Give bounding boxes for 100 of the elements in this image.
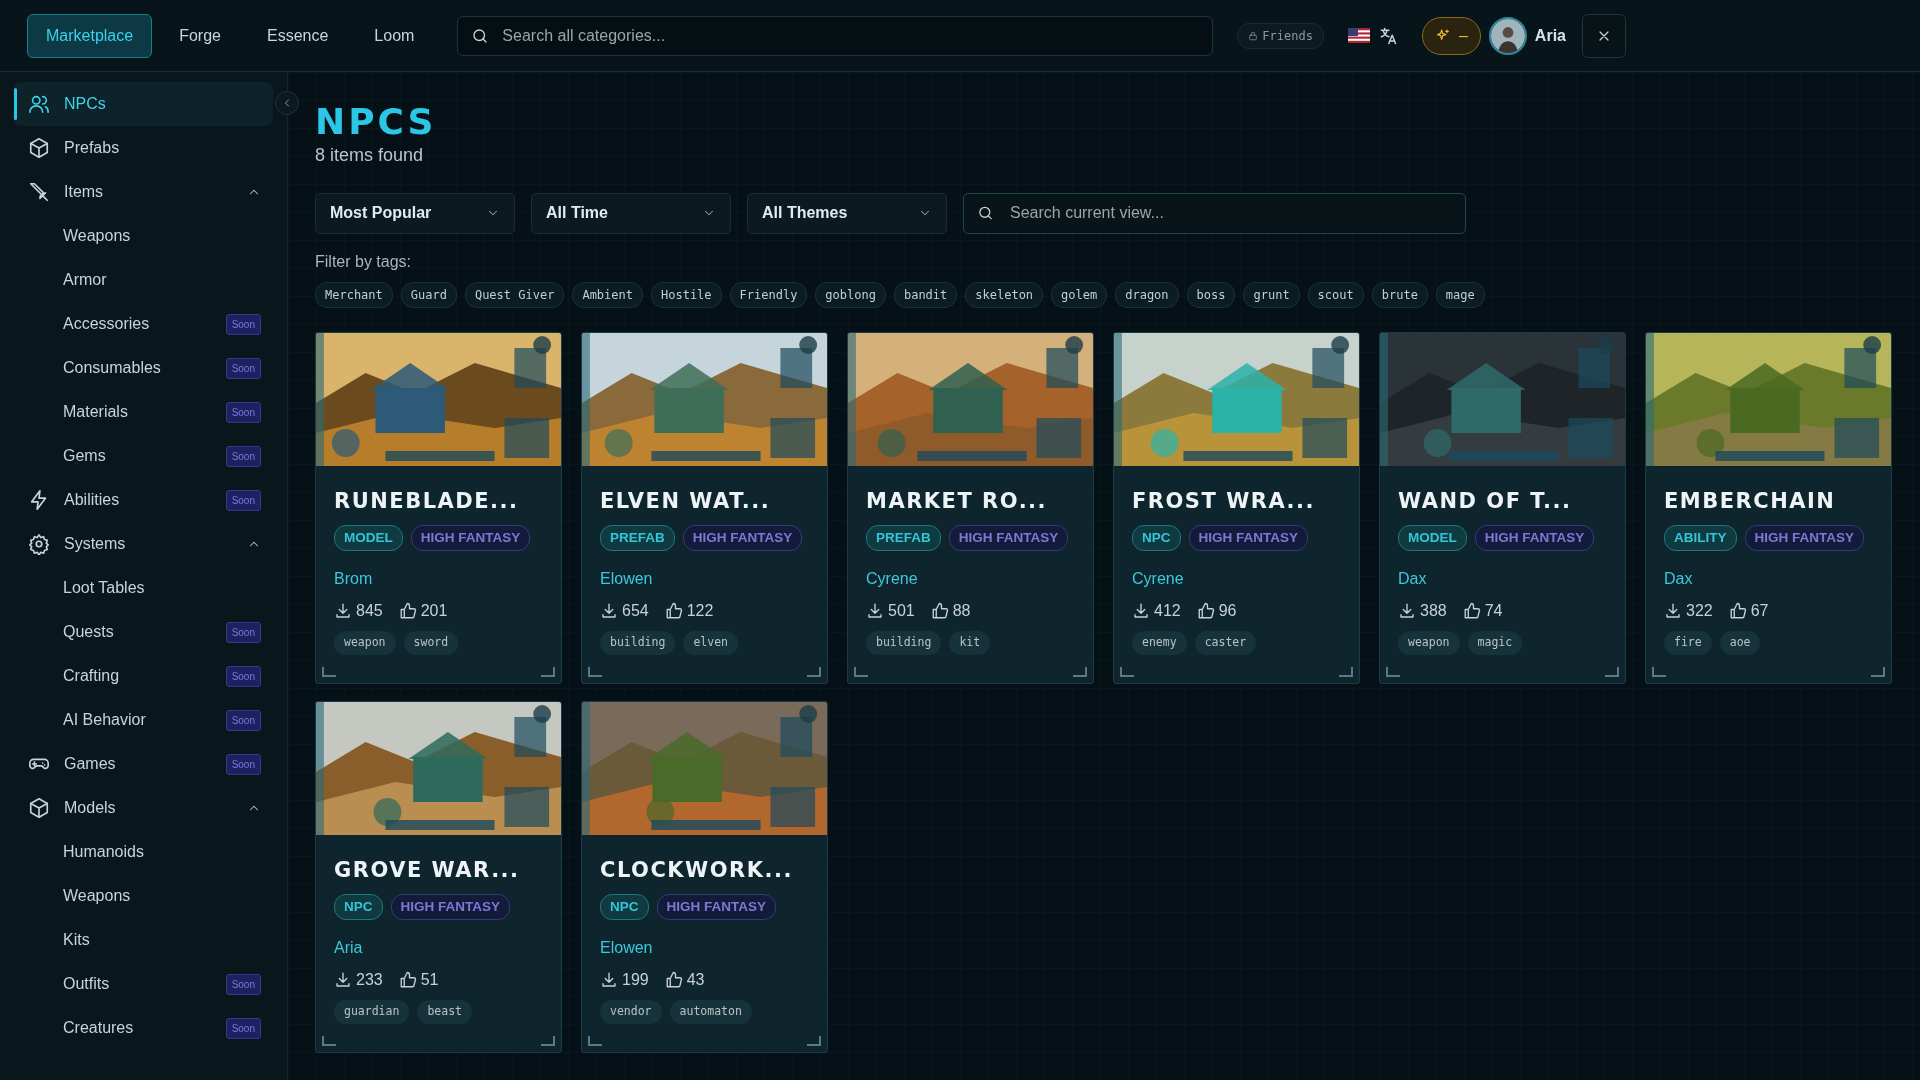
corner-bracket bbox=[541, 1035, 555, 1046]
sidebar-item[interactable]: Items bbox=[14, 170, 273, 214]
soon-badge: Soon bbox=[225, 973, 261, 995]
tag-chip[interactable]: Merchant bbox=[315, 281, 393, 308]
thumbs-up-icon bbox=[664, 602, 683, 621]
soon-badge: Soon bbox=[225, 445, 261, 467]
author-link[interactable]: Cyrene bbox=[866, 567, 918, 592]
sidebar-item[interactable]: Outfits Soon bbox=[14, 962, 273, 1006]
sidebar-item[interactable]: NPCs bbox=[14, 82, 273, 126]
asset-card[interactable]: EMBERCHAIN ABILITY HIGH FANTASY Dax 322 67 fire aoe bbox=[1645, 331, 1892, 684]
tag-chip[interactable]: Ambient bbox=[572, 281, 643, 308]
tag-chip[interactable]: boss bbox=[1186, 281, 1236, 308]
thumbs-up-icon bbox=[930, 602, 949, 621]
sidebar-item[interactable]: Models bbox=[14, 786, 273, 830]
soon-badge: Soon bbox=[225, 709, 261, 731]
tag-chip[interactable]: Friendly bbox=[729, 281, 808, 308]
sidebar-item[interactable]: Materials Soon bbox=[14, 390, 273, 434]
sort-dropdown[interactable]: All Themes bbox=[747, 192, 947, 234]
sidebar-item[interactable]: Creatures Soon bbox=[14, 1006, 273, 1050]
sidebar-item[interactable]: Kits bbox=[14, 918, 273, 962]
sidebar-item[interactable]: Abilities Soon bbox=[14, 478, 273, 522]
type-badge: MODEL bbox=[1398, 525, 1467, 552]
asset-card[interactable]: FROST WRA... NPC HIGH FANTASY Cyrene 412 96 enemy caster bbox=[1113, 331, 1360, 684]
search-field[interactable]: Search current view... bbox=[963, 192, 1466, 234]
like-count: 122 bbox=[686, 601, 714, 622]
avatar[interactable] bbox=[1488, 16, 1527, 55]
nav-tab[interactable]: Forge bbox=[160, 13, 240, 58]
card-title: CLOCKWORK... bbox=[600, 856, 794, 884]
theme-badge: HIGH FANTASY bbox=[390, 894, 511, 921]
tag-chip[interactable]: grunt bbox=[1243, 281, 1300, 308]
tag-chip: enemy bbox=[1132, 631, 1187, 655]
page-title: NPCS bbox=[315, 102, 438, 142]
sidebar-item[interactable]: Crafting Soon bbox=[14, 654, 273, 698]
sidebar-item[interactable]: Accessories Soon bbox=[14, 302, 273, 346]
tag-chip[interactable]: mage bbox=[1435, 281, 1485, 308]
tag-chip[interactable]: skeleton bbox=[965, 281, 1044, 308]
sort-dropdown[interactable]: All Time bbox=[531, 192, 731, 234]
sidebar-item[interactable]: Weapons bbox=[14, 874, 273, 918]
tag-chip: aoe bbox=[1719, 631, 1761, 655]
sidebar-item[interactable]: Armor bbox=[14, 258, 273, 302]
corner-bracket bbox=[588, 1035, 602, 1046]
tag-chip: beast bbox=[417, 1000, 472, 1024]
download-count: 322 bbox=[1686, 601, 1713, 622]
author-link[interactable]: Dax bbox=[1398, 567, 1427, 592]
author-link[interactable]: Elowen bbox=[600, 936, 653, 961]
asset-card[interactable]: RUNEBLADE... MODEL HIGH FANTASY Brom 845 201 weapon sword bbox=[315, 331, 562, 684]
soon-badge: Soon bbox=[225, 665, 261, 687]
card-title: RUNEBLADE... bbox=[334, 487, 520, 515]
author-link[interactable]: Cyrene bbox=[1132, 567, 1184, 592]
user-name[interactable]: Aria bbox=[1534, 23, 1566, 48]
author-link[interactable]: Elowen bbox=[600, 567, 653, 592]
sort-dropdown[interactable]: Most Popular bbox=[315, 192, 515, 234]
card-title: MARKET RO... bbox=[866, 487, 1049, 515]
download-count: 501 bbox=[888, 601, 915, 622]
tag-chip[interactable]: brute bbox=[1371, 281, 1428, 308]
asset-card[interactable]: WAND OF T... MODEL HIGH FANTASY Dax 388 74 weapon magic bbox=[1379, 331, 1626, 684]
download-icon bbox=[334, 602, 352, 621]
tag-chip[interactable]: Guard bbox=[400, 281, 457, 308]
tag-chip[interactable]: dragon bbox=[1115, 281, 1179, 308]
sidebar-item[interactable]: Prefabs bbox=[14, 126, 273, 170]
tag-chip[interactable]: Hostile bbox=[651, 281, 722, 308]
sidebar-item[interactable]: Quests Soon bbox=[14, 610, 273, 654]
download-icon bbox=[600, 971, 618, 990]
corner-bracket bbox=[322, 1035, 336, 1046]
sidebar-item[interactable]: Weapons bbox=[14, 214, 273, 258]
author-link[interactable]: Dax bbox=[1664, 567, 1693, 592]
nav-tab[interactable]: Loom bbox=[355, 13, 434, 58]
like-count: 201 bbox=[420, 601, 448, 622]
tag-chip: magic bbox=[1467, 631, 1523, 655]
flag-icon[interactable] bbox=[1347, 28, 1370, 43]
theme-badge: HIGH FANTASY bbox=[948, 525, 1069, 552]
asset-card[interactable]: CLOCKWORK... NPC HIGH FANTASY Elowen 199 43 vendor automaton bbox=[581, 700, 828, 1053]
asset-card[interactable]: MARKET RO... PREFAB HIGH FANTASY Cyrene 501 88 building kit bbox=[847, 331, 1094, 684]
asset-card[interactable]: ELVEN WAT... PREFAB HIGH FANTASY Elowen 654 122 building elven bbox=[581, 331, 828, 684]
tag-chip[interactable]: goblong bbox=[815, 281, 886, 308]
search-field[interactable]: Search all categories... bbox=[457, 15, 1214, 56]
nav-tab[interactable]: Marketplace bbox=[27, 13, 153, 58]
author-link[interactable]: Aria bbox=[334, 936, 363, 961]
tag-chip[interactable]: scout bbox=[1307, 281, 1364, 308]
sidebar-item[interactable]: Loot Tables bbox=[14, 566, 273, 610]
sidebar-item[interactable]: Humanoids bbox=[14, 830, 273, 874]
author-link[interactable]: Brom bbox=[334, 567, 373, 592]
type-badge: PREFAB bbox=[600, 525, 675, 552]
friends-button[interactable]: Friends bbox=[1237, 22, 1324, 49]
tag-chip[interactable]: golem bbox=[1051, 281, 1108, 308]
like-count: 43 bbox=[686, 970, 705, 991]
nav-tab[interactable]: Essence bbox=[247, 13, 348, 58]
close-button[interactable] bbox=[1581, 13, 1626, 58]
asset-card[interactable]: GROVE WAR... NPC HIGH FANTASY Aria 233 51 guardian beast bbox=[315, 700, 562, 1053]
tag-chip[interactable]: Quest Giver bbox=[464, 281, 565, 308]
sidebar-item[interactable]: AI Behavior Soon bbox=[14, 698, 273, 742]
sidebar-item[interactable]: Gems Soon bbox=[14, 434, 273, 478]
tag-chip[interactable]: bandit bbox=[893, 281, 958, 308]
sparkle-button[interactable]: – bbox=[1421, 16, 1481, 55]
sidebar-item[interactable]: Systems bbox=[14, 522, 273, 566]
type-badge: NPC bbox=[334, 894, 383, 921]
corner-bracket bbox=[1605, 666, 1619, 677]
sidebar-item[interactable]: Consumables Soon bbox=[14, 346, 273, 390]
sidebar-item[interactable]: Games Soon bbox=[14, 742, 273, 786]
download-icon bbox=[1132, 602, 1150, 621]
